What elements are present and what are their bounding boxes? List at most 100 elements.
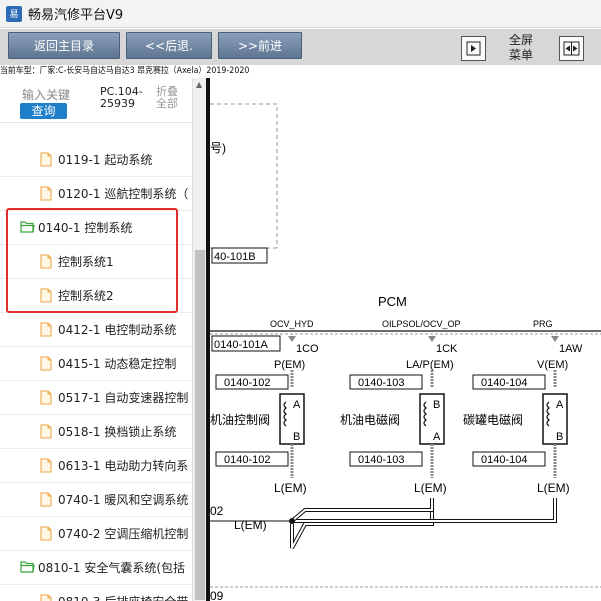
valve-body xyxy=(279,393,305,445)
ground-junction xyxy=(289,518,295,524)
valve-name: 机油电磁阀 xyxy=(340,412,400,427)
valve-body xyxy=(542,393,568,445)
tree-file-item[interactable]: 0119-1 起动系统 xyxy=(0,143,192,177)
pin-arrow-icon xyxy=(551,336,559,342)
pcm-label: PCM xyxy=(378,294,407,309)
ref-box-label: 0140-103 xyxy=(358,454,405,466)
tree-file-item[interactable]: 0740-2 空调压缩机控制 xyxy=(0,517,192,551)
toolbar: 返回主目录 <<后退. >>前进 全屏 菜单 xyxy=(0,29,601,65)
tree-file-item[interactable]: 0518-1 换档锁止系统 xyxy=(0,415,192,449)
tree-file-item[interactable]: 0613-1 电动助力转向系 xyxy=(0,449,192,483)
tree-file-item[interactable]: 0517-1 自动变速器控制 xyxy=(0,381,192,415)
tree-file-item[interactable]: 0120-1 巡航控制系统（ xyxy=(0,177,192,211)
ground-wire-label: L(EM) xyxy=(414,481,447,495)
row-label-left: 02 xyxy=(210,504,224,518)
signal-label: PRG xyxy=(533,319,553,329)
tree-item-label: 0412-1 电控制动系统 xyxy=(58,323,177,337)
ref-box-top-label: 40-101B xyxy=(214,251,256,263)
power-wire-label: V(EM) xyxy=(537,359,568,371)
power-wire-label: P(EM) xyxy=(274,359,305,371)
document-tree: 0119-1 起动系统 0120-1 巡航控制系统（ 0140-1 控制系统 控制系统… xyxy=(0,123,192,601)
terminal-top-letter: B xyxy=(433,399,440,411)
top-text: 号) xyxy=(210,141,226,155)
document-icon xyxy=(40,322,53,337)
document-icon xyxy=(40,186,53,201)
upper-frame xyxy=(210,103,278,248)
window-title: 畅易汽修平台V9 xyxy=(28,8,124,23)
tree-item-label: 0613-1 电动助力转向系 xyxy=(58,459,189,473)
home-button[interactable]: 返回主目录 xyxy=(8,32,120,59)
search-panel: 输入关键 查询 PC.104- 25939 折叠 全部 xyxy=(0,78,208,123)
ground-wire-label: L(EM) xyxy=(274,481,307,495)
document-icon xyxy=(40,152,53,167)
terminal-bottom-letter: A xyxy=(433,431,441,443)
tree-file-item[interactable]: 0740-1 暖风和空调系统 xyxy=(0,483,192,517)
document-icon xyxy=(40,458,53,473)
query-button[interactable]: 查询 xyxy=(20,103,67,119)
valve-body xyxy=(419,393,445,445)
pc-code: PC.104- 25939 xyxy=(100,86,143,110)
tree-scrollbar[interactable]: ▲ xyxy=(192,78,206,601)
signal-label: OCV_HYD xyxy=(270,319,314,329)
tree-item-label: 0120-1 巡航控制系统（ xyxy=(58,187,189,201)
pin-label: 1CK xyxy=(436,343,458,355)
pin-arrow-icon xyxy=(288,336,296,342)
ground-wire-label: L(EM) xyxy=(537,481,570,495)
tree-item-label: 0518-1 换档锁止系统 xyxy=(58,425,177,439)
fullscreen-menu-label[interactable]: 全屏 菜单 xyxy=(506,33,536,63)
expand-icon[interactable] xyxy=(559,36,584,61)
collapse-all-button[interactable]: 折叠 全部 xyxy=(156,86,178,110)
tree-folder-item[interactable]: 0810-1 安全气囊系统(包括 xyxy=(0,551,192,585)
app-logo-icon: 易 xyxy=(6,5,22,22)
keyword-input[interactable]: 输入关键 xyxy=(22,86,70,103)
valve-name: 机油控制阀 xyxy=(210,413,270,427)
back-button[interactable]: <<后退. xyxy=(126,32,212,59)
ref-box-left-label: 0140-101A xyxy=(214,339,268,351)
ground-bus-mid-inner xyxy=(291,498,433,522)
document-icon xyxy=(40,526,53,541)
bottom-text: 09 xyxy=(210,589,224,601)
selection-highlight xyxy=(6,208,178,313)
scroll-up-icon[interactable]: ▲ xyxy=(196,80,202,89)
valve-name: 碳罐电磁阀 xyxy=(463,412,523,427)
current-vehicle-info: 当前车型：厂家:C-长安马自达马自达3 昂克赛拉（Axela）2019-2020 xyxy=(0,66,250,76)
ref-box-label: 0140-102 xyxy=(224,454,271,466)
document-icon xyxy=(40,424,53,439)
tree-file-item[interactable]: 0415-1 动态稳定控制 xyxy=(0,347,192,381)
document-icon xyxy=(40,492,53,507)
document-icon xyxy=(40,594,53,601)
forward-button[interactable]: >>前进 xyxy=(218,32,302,59)
scrollbar-thumb[interactable] xyxy=(195,250,205,600)
pin-arrow-icon xyxy=(428,336,436,342)
tree-item-label: 0810-3 后排座椅安全带 xyxy=(58,593,188,601)
ref-box-label: 0140-104 xyxy=(481,377,528,389)
open-folder-icon xyxy=(20,560,35,575)
terminal-top-letter: A xyxy=(556,399,564,411)
wiring-diagram-svg: 号) 40-101B PCM 0140-101A OCV_HYD 1CO P(EM)… xyxy=(210,103,601,601)
pin-label: 1AW xyxy=(559,343,583,355)
pin-label: 1CO xyxy=(296,343,319,355)
ref-box-label: 0140-103 xyxy=(358,377,405,389)
tree-item-label: 0810-1 安全气囊系统(包括 xyxy=(38,561,186,575)
tree-item-label: 0119-1 起动系统 xyxy=(58,153,153,167)
title-bar: 易 畅易汽修平台V9 xyxy=(0,0,601,28)
collapse-all-line2: 全部 xyxy=(156,97,178,110)
collapse-left-icon[interactable] xyxy=(461,36,486,61)
document-icon xyxy=(40,390,53,405)
tree-item-label: 0415-1 动态稳定控制 xyxy=(58,357,177,371)
tree-item-label: 0740-2 空调压缩机控制 xyxy=(58,527,189,541)
tree-item-label: 0740-1 暖风和空调系统 xyxy=(58,493,189,507)
signal-label: OILPSOL/OCV_OP xyxy=(382,319,461,329)
tree-file-item[interactable]: 0412-1 电控制动系统 xyxy=(0,313,192,347)
tree-file-item[interactable]: 0810-3 后排座椅安全带 xyxy=(0,585,192,601)
power-wire-label: LA/P(EM) xyxy=(406,359,454,371)
terminal-bottom-letter: B xyxy=(556,431,563,443)
ref-box-label: 0140-104 xyxy=(481,454,528,466)
terminal-top-letter: A xyxy=(293,399,301,411)
wiring-diagram: 号) 40-101B PCM 0140-101A OCV_HYD 1CO P(EM)… xyxy=(210,78,601,601)
ref-box-label: 0140-102 xyxy=(224,377,271,389)
pc-code-line2: 25939 xyxy=(100,97,135,110)
tree-item-label: 0517-1 自动变速器控制 xyxy=(58,391,189,405)
terminal-bottom-letter: B xyxy=(293,431,300,443)
left-ground-label: L(EM) xyxy=(234,518,267,532)
